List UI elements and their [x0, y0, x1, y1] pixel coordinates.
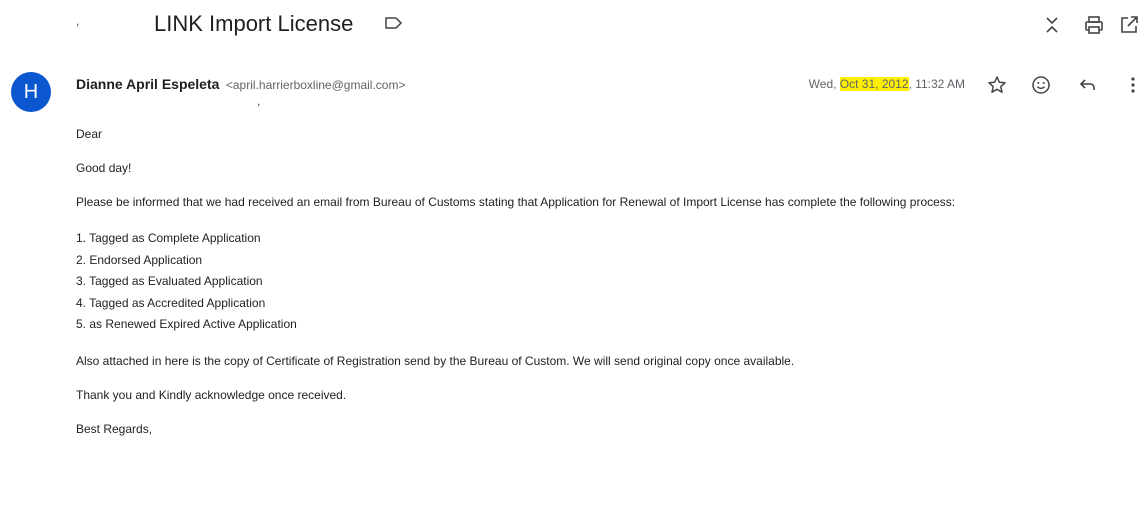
label-outline-icon[interactable]	[384, 16, 404, 30]
process-list: 1. Tagged as Complete Application 2. End…	[76, 228, 1126, 336]
unfold-icon[interactable]	[1041, 14, 1063, 36]
greeting: Dear	[76, 127, 103, 141]
message-date: Wed, Oct 31, 2012, 11:32 AM	[809, 77, 965, 91]
printer-icon[interactable]	[1083, 14, 1105, 36]
email-body: Dear Good day! Please be informed that w…	[76, 126, 1126, 455]
sender-stray-mark: ,	[257, 94, 261, 108]
date-time: , 11:32 AM	[908, 77, 965, 91]
list-item: 4. Tagged as Accredited Application	[76, 295, 266, 310]
sign-off: Best Regards,	[76, 421, 153, 436]
open-in-new-icon[interactable]	[1118, 14, 1140, 36]
avatar[interactable]: H	[11, 72, 51, 112]
sender-name[interactable]: Dianne April Espeleta	[76, 76, 219, 92]
stray-mark: ,	[76, 14, 80, 28]
email-subject: LINK Import License	[154, 11, 354, 36]
intro-paragraph: Please be informed that we had received …	[76, 195, 956, 209]
star-outline-icon[interactable]	[986, 74, 1008, 96]
attachment-paragraph: Also attached in here is the copy of Cer…	[76, 353, 795, 368]
emoji-smile-icon[interactable]	[1030, 74, 1052, 96]
good-day: Good day!	[76, 161, 132, 175]
date-prefix: Wed,	[808, 77, 840, 91]
sender-email: <april.harrierboxline@gmail.com>	[225, 78, 406, 92]
thanks-paragraph: Thank you and Kindly acknowledge once re…	[76, 387, 347, 402]
sender-line: Dianne April Espeleta <april.harrierboxl…	[76, 76, 405, 94]
list-item: 1. Tagged as Complete Application	[76, 231, 261, 245]
reply-icon[interactable]	[1077, 74, 1099, 96]
more-vert-icon[interactable]	[1122, 74, 1144, 96]
date-highlighted: Oct 31, 2012	[839, 77, 909, 91]
list-item: 3. Tagged as Evaluated Application	[76, 274, 263, 288]
list-item: 5. as Renewed Expired Active Application	[76, 317, 297, 331]
list-item: 2. Endorsed Application	[76, 252, 203, 267]
